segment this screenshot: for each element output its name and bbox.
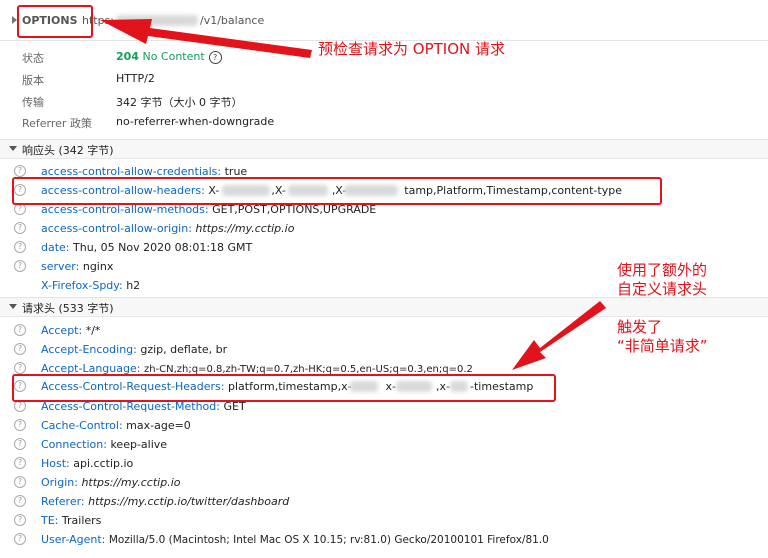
annotation-note-custom-headers-line1: 使用了额外的 bbox=[617, 261, 708, 279]
annotation-note-custom-headers-line2: 自定义请求头 bbox=[617, 280, 708, 298]
annotation-note-trigger-line1: 触发了 bbox=[617, 318, 663, 336]
annotation-note-trigger-line2: “非简单请求” bbox=[617, 337, 708, 355]
annotation-note-options: 预检查请求为 OPTION 请求 bbox=[318, 40, 506, 58]
arrow-to-method bbox=[100, 19, 312, 58]
arrow-to-request-headers bbox=[512, 301, 606, 370]
